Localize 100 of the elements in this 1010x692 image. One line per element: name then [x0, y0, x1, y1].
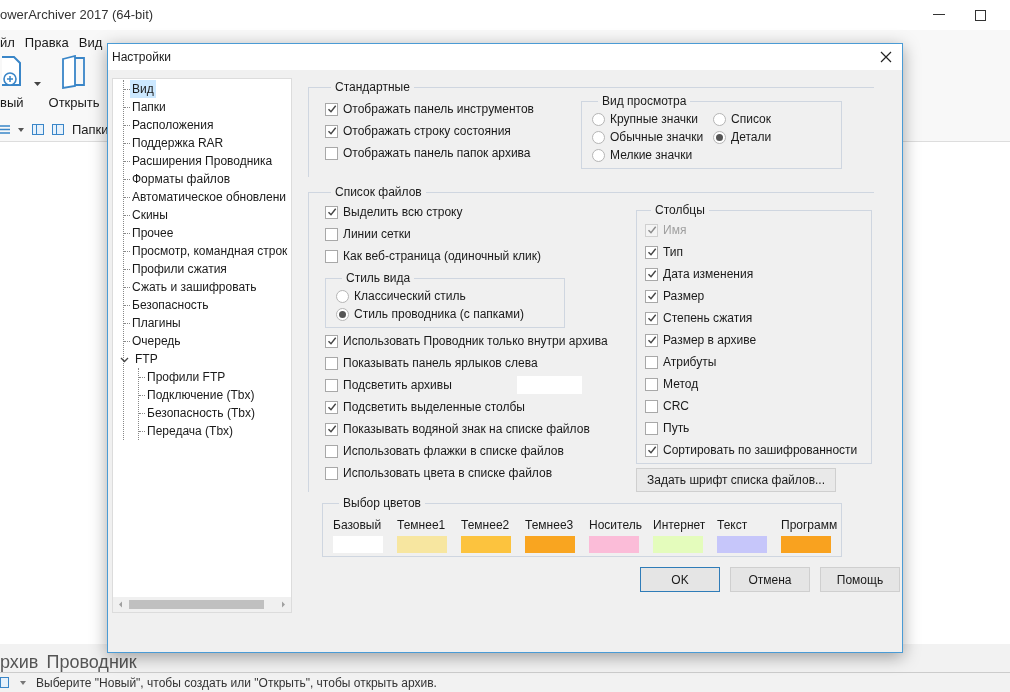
- checkbox-label: Отображать панель инструментов: [343, 101, 534, 118]
- font-button[interactable]: Задать шрифт списка файлов...: [636, 468, 836, 492]
- radio-label: Стиль проводника (с папками): [354, 306, 524, 323]
- checkbox[interactable]: [325, 356, 338, 370]
- checkbox[interactable]: [645, 377, 658, 391]
- tree-item[interactable]: FTP: [133, 350, 160, 368]
- checkbox[interactable]: [645, 245, 658, 259]
- checkbox[interactable]: [645, 421, 658, 435]
- tree-item[interactable]: Сжать и зашифровать: [130, 278, 259, 296]
- toolbar-button[interactable]: вый: [0, 54, 24, 112]
- checkbox[interactable]: [645, 443, 658, 457]
- group-title: Список файлов: [334, 184, 423, 201]
- minimize-icon[interactable]: [933, 14, 945, 16]
- checkbox[interactable]: [645, 267, 658, 281]
- checkbox[interactable]: [325, 378, 338, 392]
- radio-label: Обычные значки: [610, 129, 704, 146]
- view-tab[interactable]: Проводник: [46, 652, 137, 672]
- radio-button[interactable]: [592, 148, 605, 162]
- checkbox[interactable]: [325, 249, 338, 263]
- checkbox[interactable]: [325, 146, 338, 160]
- group-title: Стиль вида: [345, 270, 412, 287]
- color-swatch[interactable]: [461, 536, 511, 553]
- panel-icon[interactable]: [0, 677, 10, 688]
- checkbox-label: Размер: [663, 288, 705, 305]
- panel-icon[interactable]: [32, 124, 44, 135]
- checkbox-label: Показывать водяной знак на списке файлов: [343, 421, 590, 438]
- radio-label: Список: [731, 111, 772, 128]
- checkbox[interactable]: [325, 444, 338, 458]
- checkbox[interactable]: [325, 422, 338, 436]
- window-title: owerArchiver 2017 (64-bit): [0, 6, 154, 25]
- menu-item[interactable]: Правка: [24, 33, 69, 53]
- dialog-button[interactable]: OK: [640, 567, 720, 592]
- checkbox[interactable]: [645, 311, 658, 325]
- checkbox-label: Тип: [663, 244, 683, 261]
- tree-item[interactable]: Профили FTP: [145, 368, 228, 386]
- checkbox-label: Имя: [663, 222, 687, 239]
- checkbox-label: Метод: [663, 376, 699, 393]
- tree-item[interactable]: Плагины: [130, 314, 183, 332]
- checkbox[interactable]: [325, 334, 338, 348]
- checkbox[interactable]: [645, 333, 658, 347]
- tree-item[interactable]: Вид: [130, 80, 156, 98]
- color-swatch[interactable]: [397, 536, 447, 553]
- tree-item[interactable]: Расположения: [130, 116, 216, 134]
- panel-icon[interactable]: [52, 124, 64, 135]
- radio-button[interactable]: [336, 307, 349, 321]
- maximize-icon[interactable]: [975, 9, 986, 21]
- checkbox[interactable]: [325, 400, 338, 414]
- radio-label: Детали: [731, 129, 772, 146]
- checkbox[interactable]: [325, 205, 338, 219]
- close-icon[interactable]: [880, 51, 892, 63]
- view-tab[interactable]: рхив: [0, 652, 39, 672]
- caret-icon[interactable]: [18, 127, 24, 132]
- checkbox[interactable]: [325, 102, 338, 116]
- radio-button[interactable]: [592, 112, 605, 126]
- color-label: Темнее2: [461, 517, 510, 534]
- color-swatch[interactable]: [781, 536, 831, 553]
- checkbox-label: Атрибуты: [663, 354, 717, 371]
- horizontal-scrollbar[interactable]: [113, 597, 291, 612]
- tree-item[interactable]: Автоматическое обновлени: [130, 188, 288, 206]
- checkbox-label: Линии сетки: [343, 226, 411, 243]
- checkbox-label: Подсветить выделенные столбы: [343, 399, 525, 416]
- checkbox[interactable]: [325, 124, 338, 138]
- tree-item[interactable]: Передача (Tbx): [145, 422, 236, 440]
- tree-item[interactable]: Папки: [130, 98, 168, 116]
- color-swatch[interactable]: [589, 536, 639, 553]
- tree-item[interactable]: Безопасность: [130, 296, 211, 314]
- checkbox[interactable]: [645, 355, 658, 369]
- color-swatch[interactable]: [525, 536, 575, 553]
- radio-button[interactable]: [713, 130, 727, 144]
- color-swatch[interactable]: [717, 536, 767, 553]
- toolbar-button[interactable]: Открыть: [48, 54, 100, 112]
- caret-icon[interactable]: [20, 680, 26, 685]
- radio-button[interactable]: [336, 289, 349, 303]
- menu-item[interactable]: йл: [0, 33, 15, 53]
- radio-button[interactable]: [592, 130, 605, 144]
- tree-item[interactable]: Профили сжатия: [130, 260, 229, 278]
- checkbox[interactable]: [325, 227, 338, 241]
- tree-item[interactable]: Безопасность (Tbx): [145, 404, 257, 422]
- tree-item[interactable]: Расширения Проводника: [130, 152, 275, 170]
- color-swatch[interactable]: [653, 536, 703, 553]
- tree-item[interactable]: Поддержка RAR: [130, 134, 226, 152]
- tree-item[interactable]: Подключение (Tbx): [145, 386, 257, 404]
- color-label: Базовый: [333, 517, 382, 534]
- menu-item[interactable]: Вид: [78, 33, 103, 53]
- checkbox-label: Показывать панель ярлыков слева: [343, 355, 538, 372]
- list-icon[interactable]: [0, 125, 10, 134]
- tree-item[interactable]: Просмотр, командная строк: [130, 242, 290, 260]
- tree-item[interactable]: Прочее: [130, 224, 176, 242]
- tree-item[interactable]: Форматы файлов: [130, 170, 233, 188]
- tree-item[interactable]: Скины: [130, 206, 170, 224]
- color-label: Программ: [781, 517, 838, 534]
- caret-icon[interactable]: [33, 82, 41, 86]
- checkbox[interactable]: [325, 466, 338, 480]
- checkbox[interactable]: [645, 399, 658, 413]
- tree-item[interactable]: Очередь: [130, 332, 183, 350]
- dialog-button[interactable]: Отмена: [730, 567, 810, 592]
- checkbox[interactable]: [645, 289, 658, 303]
- dialog-button[interactable]: Помощь: [820, 567, 900, 592]
- radio-button[interactable]: [713, 112, 727, 126]
- checkbox-label: Отображать строку состояния: [343, 123, 511, 140]
